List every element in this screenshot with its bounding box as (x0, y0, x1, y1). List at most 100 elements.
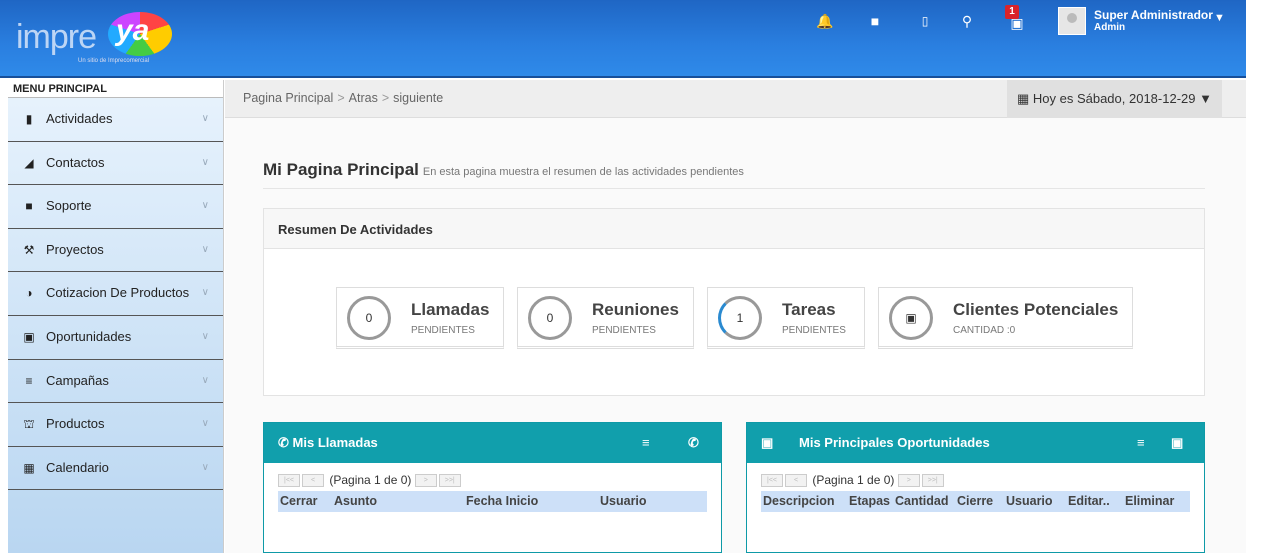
sidebar-item-actividades[interactable]: ▮ Actividades ∨ (8, 98, 223, 142)
llamadas-panel-header: ✆ Mis Llamadas ≡ ✆ (264, 423, 721, 463)
pager-text: (Pagina 1 de 0) (329, 473, 412, 487)
breadcrumb-item-back[interactable]: Atras (349, 91, 378, 105)
briefcase-icon: ■ (25, 199, 33, 214)
sidebar-item-label: Actividades (46, 111, 113, 126)
stat-tareas[interactable]: 1 Tareas PENDIENTES (707, 287, 865, 349)
chevron-down-icon: ∨ (201, 374, 209, 386)
resumen-title: Resumen De Actividades (264, 209, 1204, 249)
user-role: Admin (1094, 22, 1126, 33)
logo-tagline: Un sitio de Imprecomercial (78, 58, 150, 64)
oportunidades-pager: |<< < (Pagina 1 de 0) > >>| (761, 473, 946, 488)
first-page-button[interactable]: |<< (761, 474, 783, 488)
money-icon[interactable]: ▣ (1171, 423, 1183, 463)
window-edge (1246, 0, 1280, 553)
column-header[interactable]: Editar.. (1068, 491, 1110, 512)
column-header[interactable]: Cantidad (895, 491, 948, 512)
sidebar-item-label: Contactos (46, 154, 105, 170)
column-header[interactable]: Eliminar (1125, 491, 1174, 512)
chevron-down-icon: ∨ (201, 461, 209, 473)
stat-name: Clientes Potenciales (953, 300, 1119, 319)
list-icon[interactable]: ≡ (1137, 423, 1145, 463)
stat-sub: CANTIDAD :0 (953, 325, 1016, 336)
breadcrumb: Pagina Principal > Atras > siguiente (243, 91, 443, 105)
sidebar-item-calendario[interactable]: ▦ Calendario ∨ (8, 447, 223, 491)
user-menu-caret-icon[interactable]: ▼ (1214, 12, 1225, 24)
date-text: Hoy es Sábado, 2018-12-29 (1032, 91, 1196, 106)
prev-page-button[interactable]: < (302, 474, 324, 488)
sidebar-item-label: Cotizacion De Productos (46, 285, 190, 301)
column-header[interactable]: Cierre (957, 491, 993, 512)
bell-icon[interactable]: 🔔 (816, 12, 834, 30)
logo-ya-badge: ya (108, 12, 172, 56)
breadcrumb-bar: Pagina Principal > Atras > siguiente ▦ Hoy e… (225, 80, 1246, 118)
breadcrumb-item-home[interactable]: Pagina Principal (243, 91, 333, 105)
breadcrumb-item-next[interactable]: siguiente (393, 91, 443, 105)
sidebar-item-oportunidades[interactable]: ▣ Oportunidades ∨ (8, 316, 223, 360)
book-icon: ▮ (25, 112, 33, 126)
column-header[interactable]: Etapas (849, 491, 890, 512)
llamadas-table-header: Cerrar Asunto Fecha Inicio Usuario (278, 491, 707, 512)
chevron-down-icon: ∨ (201, 243, 209, 255)
sidebar-item-proyectos[interactable]: ⚒ Proyectos ∨ (8, 229, 223, 273)
stat-reuniones[interactable]: 0 Reuniones PENDIENTES (517, 287, 694, 349)
chevron-down-icon: ∨ (201, 113, 209, 124)
last-page-button[interactable]: >>| (438, 474, 461, 488)
money-icon: ▣ (761, 435, 774, 450)
list-icon[interactable]: ≡ (642, 423, 650, 463)
briefcase-icon[interactable]: ■ (866, 12, 884, 30)
divider (263, 188, 1205, 189)
stat-sub: PENDIENTES (782, 325, 846, 336)
sidebar-item-contactos[interactable]: ◢ Contactos ∨ (8, 142, 223, 186)
pager-text: (Pagina 1 de 0) (812, 473, 895, 487)
stat-ring: 1 (718, 296, 762, 340)
avatar[interactable] (1058, 7, 1086, 35)
sidebar: MENU PRINCIPAL ▮ Actividades ∨ ◢ Contact… (8, 80, 224, 553)
sidebar-item-label: Soporte (46, 198, 92, 214)
mobile-icon[interactable]: ▯ (916, 12, 934, 30)
llamadas-panel: ✆ Mis Llamadas ≡ ✆ |<< < (Pagina 1 de 0) … (263, 422, 722, 553)
sidebar-item-cotizacion[interactable]: ◑ Cotizacion De Productos ∨ (8, 272, 223, 316)
first-page-button[interactable]: |<< (278, 474, 300, 488)
user-name[interactable]: Super Administrador (1094, 8, 1213, 22)
logo[interactable]: impre ya Un sitio de Imprecomercial (12, 8, 172, 68)
wrench-icon: ⚒ (23, 242, 35, 257)
next-page-button[interactable]: > (414, 474, 437, 488)
column-header[interactable]: Asunto (334, 491, 377, 512)
sidebar-item-label: Productos (46, 416, 105, 432)
phone-icon[interactable]: ✆ (688, 423, 699, 463)
chevron-down-icon: ∨ (201, 330, 209, 342)
page-subtitle: En esta pagina muestra el resumen de las… (422, 166, 744, 178)
column-header[interactable]: Descripcion (763, 491, 835, 512)
prev-page-button[interactable]: < (785, 474, 807, 488)
sidebar-item-label: Calendario (46, 459, 109, 475)
sidebar-item-soporte[interactable]: ■ Soporte ∨ (8, 185, 223, 229)
chevron-down-icon: ∨ (201, 156, 209, 168)
stat-name: Reuniones (592, 300, 679, 319)
sidebar-item-productos[interactable]: ⛫ Productos ∨ (8, 403, 223, 447)
llamadas-panel-title: Mis Llamadas (292, 435, 378, 450)
sidebar-item-campanas[interactable]: ≡ Campañas ∨ (8, 360, 223, 404)
money-icon: ▣ (23, 329, 35, 344)
money-icon: ▣ (889, 296, 933, 340)
next-page-button[interactable]: > (897, 474, 920, 488)
sidebar-title: MENU PRINCIPAL (8, 80, 223, 98)
llamadas-pager: |<< < (Pagina 1 de 0) > >>| (278, 473, 463, 488)
stat-name: Llamadas (411, 300, 490, 319)
stat-name: Tareas (782, 300, 836, 319)
column-header[interactable]: Cerrar (280, 491, 318, 512)
date-dropdown[interactable]: ▦ Hoy es Sábado, 2018-12-29 ▼ (1006, 80, 1222, 118)
map-marker-icon[interactable]: ⚲ (958, 12, 976, 30)
stat-clientes-potenciales[interactable]: ▣ Clientes Potenciales CANTIDAD :0 (878, 287, 1133, 349)
calendar-icon: ▦ (1016, 91, 1030, 106)
column-header[interactable]: Usuario (600, 491, 647, 512)
oportunidades-table-header: Descripcion Etapas Cantidad Cierre Usuar… (761, 491, 1190, 512)
calendar-icon: ▦ (23, 460, 35, 475)
last-page-button[interactable]: >>| (921, 474, 944, 488)
column-header[interactable]: Fecha Inicio (466, 491, 538, 512)
stat-llamadas[interactable]: 0 Llamadas PENDIENTES (336, 287, 504, 349)
page-title: Mi Pagina Principal En esta pagina muestr… (263, 160, 744, 180)
column-header[interactable]: Usuario (1006, 491, 1053, 512)
stat-sub: PENDIENTES (592, 325, 656, 336)
top-header: impre ya Un sitio de Imprecomercial 🔔 ■ … (0, 0, 1246, 78)
stat-ring: 0 (347, 296, 391, 340)
